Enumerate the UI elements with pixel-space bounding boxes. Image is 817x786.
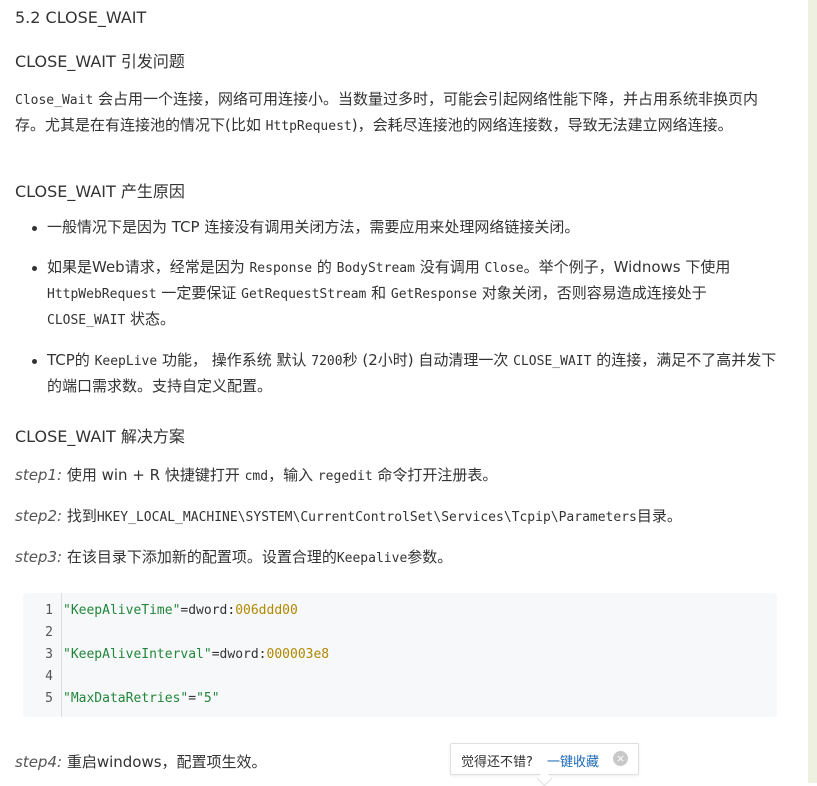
favorite-popup: 觉得还不错? 一键收藏 × — [450, 743, 639, 786]
code-key: "MaxDataRetries" — [63, 691, 189, 706]
cause-1-text-0: 如果是Web请求，经常是因为 — [47, 258, 250, 276]
cause-0-text-0: 一般情况下是因为 TCP 连接没有调用关闭方法，需要应用来处理网络链接关闭。 — [47, 218, 580, 236]
code-key: "KeepAliveTime" — [63, 603, 181, 618]
code-op: =dword: — [211, 647, 267, 662]
problems-text-3: )，会耗尽连接池的网络连接数，导致无法建立网络连接。 — [351, 116, 733, 134]
code-line: "MaxDataRetries"="5" — [63, 691, 220, 706]
code-op: =dword: — [180, 603, 236, 618]
code-value: 000003e8 — [266, 647, 330, 662]
problems-paragraph: Close_Wait 会占用一个连接，网络可用连接小。当数量过多时，可能会引起网… — [15, 87, 785, 139]
problems-code-0: Close_Wait — [15, 93, 94, 108]
cause-1-text-4: 没有调用 — [414, 258, 485, 276]
cause-1-text-6: 。举个例子，Widnows 下使用 — [523, 258, 731, 276]
cause-item: 一般情况下是因为 TCP 连接没有调用关闭方法，需要应用来处理网络链接关闭。 — [15, 215, 785, 240]
section-title: 5.2 CLOSE_WAIT — [15, 8, 147, 27]
step-label: step1: — [15, 466, 63, 484]
popup-caret — [536, 770, 553, 786]
step-label: step3: — [15, 548, 63, 566]
cause-1-code-3: BodyStream — [336, 261, 415, 276]
problems-heading: CLOSE_WAIT 引发问题 — [15, 52, 185, 71]
step-1-text-2: 目录。 — [636, 507, 682, 525]
cause-1-code-5: Close — [484, 261, 524, 276]
step-1: step1: 使用 win + R 快捷键打开 cmd，输入 regedit 命… — [15, 464, 497, 485]
code-value: 006ddd00 — [235, 603, 298, 618]
solution-heading: CLOSE_WAIT 解决方案 — [15, 427, 185, 446]
cause-2-code-5: CLOSE_WAIT — [513, 354, 592, 369]
cause-1-code-9: GetRequestStream — [241, 287, 367, 302]
step-2-code-1: Keepalive — [336, 551, 408, 566]
cause-2-code-3: 7200 — [311, 354, 343, 369]
code-line: "KeepAliveInterval"=dword:000003e8 — [63, 647, 329, 662]
step-0-code-1: cmd — [244, 469, 269, 484]
close-icon[interactable]: × — [613, 751, 628, 766]
cause-item: 如果是Web请求，经常是因为 Response 的 BodyStream 没有调… — [15, 255, 785, 333]
step-1-text-0: 找到 — [62, 507, 97, 525]
line-number: 1 — [45, 603, 53, 618]
problems-code-2: HttpRequest — [265, 119, 352, 134]
step-4: step4: 重启windows，配置项生效。 — [15, 751, 267, 772]
cause-2-text-2: 功能， 操作系统 默认 — [157, 351, 312, 369]
step-3: step3: 在该目录下添加新的配置项。设置合理的Keepalive参数。 — [15, 546, 452, 567]
causes-list: 一般情况下是因为 TCP 连接没有调用关闭方法，需要应用来处理网络链接关闭。 如果… — [15, 215, 785, 399]
line-number: 5 — [45, 691, 53, 706]
step-3-text-0: 重启windows，配置项生效。 — [62, 753, 267, 771]
step-2-text-0: 在该目录下添加新的配置项。设置合理的 — [62, 548, 337, 566]
cause-1-text-10: 和 — [366, 284, 391, 302]
code-op: = — [188, 691, 197, 706]
cause-2-code-1: KeepLive — [94, 354, 158, 369]
cause-1-text-8: 一定要保证 — [156, 284, 242, 302]
code-value: "5" — [196, 691, 220, 706]
cause-1-text-2: 的 — [312, 258, 337, 276]
popup-text: 觉得还不错? — [461, 755, 533, 770]
scrollbar-track[interactable] — [808, 0, 817, 783]
cause-item: TCP的 KeepLive 功能， 操作系统 默认 7200秒 (2小时) 自动… — [15, 348, 785, 399]
code-key: "KeepAliveInterval" — [63, 647, 212, 662]
step-label: step4: — [15, 753, 63, 771]
step-0-code-3: regedit — [317, 469, 373, 484]
line-number: 4 — [45, 669, 53, 684]
code-block: 12345 "KeepAliveTime"=dword:006ddd00 "Kee… — [23, 593, 777, 717]
cause-1-code-7: HttpWebRequest — [47, 287, 157, 302]
causes-heading: CLOSE_WAIT 产生原因 — [15, 182, 185, 201]
cause-1-code-1: Response — [249, 261, 313, 276]
step-0-text-0: 使用 win + R 快捷键打开 — [62, 466, 245, 484]
code-line: "KeepAliveTime"=dword:006ddd00 — [63, 603, 298, 618]
line-number: 3 — [45, 647, 53, 662]
line-numbers: 1 2 3 4 5 — [23, 593, 62, 717]
step-0-text-2: ，输入 — [268, 466, 318, 484]
cause-1-text-14: 状态。 — [125, 310, 176, 328]
step-0-text-4: 命令打开注册表。 — [372, 466, 498, 484]
cause-1-text-12: 对象关闭，否则容易造成连接处于 — [477, 284, 707, 302]
cause-2-text-4: 秒 (2小时) 自动清理一次 — [342, 351, 514, 369]
step-2-text-2: 参数。 — [407, 548, 453, 566]
cause-2-text-0: TCP的 — [47, 351, 95, 369]
favorite-link[interactable]: 一键收藏 — [547, 751, 599, 770]
step-label: step2: — [15, 507, 63, 525]
line-number: 2 — [45, 625, 53, 640]
step-2: step2: 找到HKEY_LOCAL_MACHINE\SYSTEM\Curre… — [15, 505, 682, 526]
cause-1-code-11: GetResponse — [390, 287, 477, 302]
step-1-code-1: HKEY_LOCAL_MACHINE\SYSTEM\CurrentControl… — [96, 510, 637, 525]
cause-1-code-13: CLOSE_WAIT — [47, 313, 126, 328]
